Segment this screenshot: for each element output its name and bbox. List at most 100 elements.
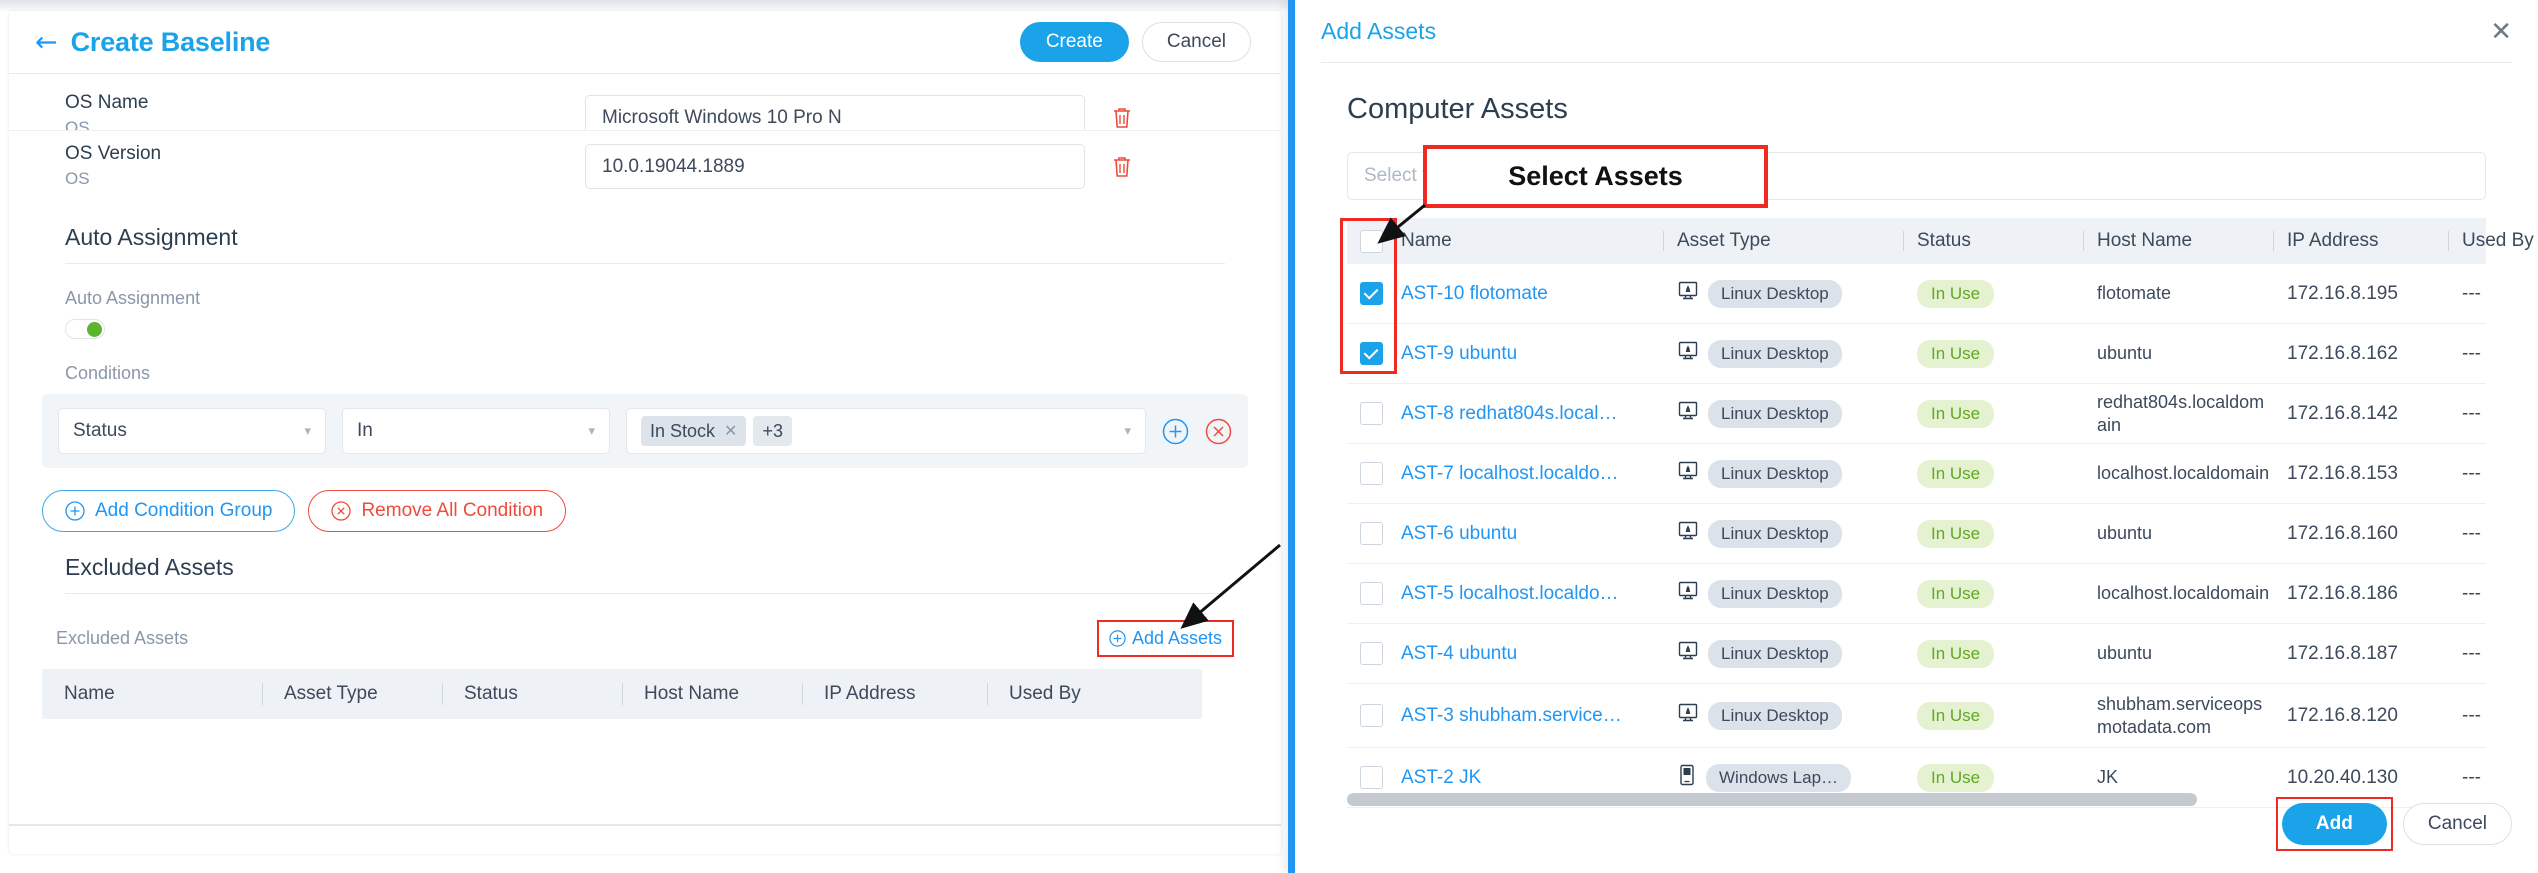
table-row[interactable]: AST-5 localhost.localdo… Linux Desktop In …	[1347, 564, 2486, 624]
remove-all-condition-button[interactable]: Remove All Condition	[308, 490, 567, 532]
asset-name-link[interactable]: AST-9 ubuntu	[1401, 343, 1663, 365]
asset-name-link[interactable]: AST-8 redhat804s.local…	[1401, 403, 1663, 425]
cancel-button[interactable]: Cancel	[1141, 22, 1251, 62]
chevron-down-icon: ▾	[304, 423, 311, 438]
condition-value-more-chip[interactable]: +3	[753, 416, 792, 446]
cell-status: In Use	[1903, 399, 2083, 428]
chip-label: In Stock	[650, 420, 716, 441]
annotation-callout-select-assets: Select Assets	[1423, 145, 1768, 208]
table-row[interactable]: AST-9 ubuntu Linux Desktop In Use ubuntu 172…	[1347, 324, 2486, 384]
add-condition-group-button[interactable]: Add Condition Group	[42, 490, 296, 532]
column-header-asset-type: Asset Type	[262, 683, 442, 705]
row-checkbox-cell	[1347, 402, 1395, 425]
row-checkbox[interactable]	[1359, 462, 1383, 485]
cell-name: AST-5 localhost.localdo…	[1395, 583, 1663, 605]
cell-status: In Use	[1903, 639, 2083, 668]
os-name-input[interactable]	[585, 95, 1085, 130]
horizontal-scrollbar[interactable]	[1347, 793, 2197, 806]
cell-ip-address: 10.20.40.130	[2287, 766, 2398, 788]
asset-type-pill: Windows Lap…	[1706, 763, 1852, 792]
row-checkbox[interactable]	[1359, 282, 1383, 305]
column-header-status: Status	[1903, 230, 2083, 252]
cell-name: AST-3 shubham.service…	[1395, 705, 1663, 727]
table-row[interactable]: AST-3 shubham.service… Linux Desktop In Us…	[1347, 684, 2486, 748]
select-all-checkbox[interactable]	[1359, 229, 1383, 253]
status-badge: In Use	[1917, 639, 1995, 668]
drawer-footer: Add Cancel	[2275, 797, 2512, 851]
add-assets-button[interactable]: Add Assets	[1109, 628, 1222, 649]
drawer-header-divider	[1321, 62, 2512, 63]
drawer-cancel-button[interactable]: Cancel	[2402, 803, 2512, 845]
auto-assignment-toggle-label: Auto Assignment	[65, 288, 201, 308]
cell-name: AST-10 flotomate	[1395, 283, 1663, 305]
create-baseline-header: ← Create Baseline Create Cancel	[9, 11, 1281, 73]
add-assets-highlight: Add Assets	[1096, 620, 1234, 657]
condition-operator-value: In	[357, 420, 373, 441]
asset-name-link[interactable]: AST-6 ubuntu	[1401, 523, 1663, 545]
table-row[interactable]: AST-6 ubuntu Linux Desktop In Use ubuntu 172…	[1347, 504, 2486, 564]
cell-name: AST-6 ubuntu	[1395, 523, 1663, 545]
excluded-assets-table-wrap: Excluded Assets Add Assets Name Asset Ty…	[9, 620, 1281, 719]
table-row[interactable]: AST-8 redhat804s.local… Linux Desktop In U…	[1347, 384, 2486, 444]
cell-used-by: ---	[2462, 342, 2481, 364]
condition-value-chip: In Stock ✕	[641, 416, 747, 446]
linux-desktop-icon	[1677, 640, 1699, 668]
row-checkbox[interactable]	[1359, 342, 1383, 365]
cell-name: AST-9 ubuntu	[1395, 343, 1663, 365]
drawer-header: Add Assets ✕	[1295, 0, 2538, 62]
column-header-host-name: Host Name	[2083, 230, 2273, 252]
condition-value-select[interactable]: In Stock ✕ +3 ▾	[626, 408, 1146, 454]
cell-host-name: ubuntu	[2097, 523, 2153, 544]
create-button[interactable]: Create	[1019, 22, 1129, 62]
asset-name-link[interactable]: AST-2 JK	[1401, 767, 1663, 789]
asset-type-pill: Linux Desktop	[1708, 399, 1842, 428]
table-row[interactable]: AST-4 ubuntu Linux Desktop In Use ubuntu 172…	[1347, 624, 2486, 684]
asset-type-pill: Linux Desktop	[1708, 459, 1842, 488]
condition-field-select[interactable]: Status ▾	[58, 408, 326, 454]
plus-circle-icon[interactable]	[1162, 418, 1189, 445]
trash-icon[interactable]	[1111, 155, 1133, 179]
auto-assignment-toggle[interactable]	[65, 319, 105, 339]
cell-host-name: localhost.localdomain	[2097, 583, 2270, 604]
trash-icon[interactable]	[1111, 106, 1133, 130]
table-row[interactable]: AST-10 flotomate Linux Desktop In Use floto…	[1347, 264, 2486, 324]
row-checkbox-cell	[1347, 522, 1395, 545]
asset-name-link[interactable]: AST-3 shubham.service…	[1401, 705, 1663, 727]
row-checkbox[interactable]	[1359, 704, 1383, 727]
condition-operator-select[interactable]: In ▾	[342, 408, 610, 454]
linux-desktop-icon	[1677, 460, 1699, 488]
row-checkbox[interactable]	[1359, 582, 1383, 605]
add-button[interactable]: Add	[2281, 803, 2387, 845]
table-row[interactable]: AST-7 localhost.localdo… Linux Desktop In …	[1347, 444, 2486, 504]
asset-type-pill: Linux Desktop	[1708, 639, 1842, 668]
cell-host-name: ubuntu	[2097, 343, 2153, 364]
condition-field-value: Status	[73, 420, 127, 441]
arrow-left-icon[interactable]: ←	[35, 29, 58, 56]
asset-name-link[interactable]: AST-4 ubuntu	[1401, 643, 1663, 665]
asset-name-link[interactable]: AST-5 localhost.localdo…	[1401, 583, 1663, 605]
asset-name-link[interactable]: AST-10 flotomate	[1401, 283, 1663, 305]
linux-desktop-icon	[1677, 580, 1699, 608]
column-header-used-by: Used By	[987, 683, 1147, 705]
row-checkbox[interactable]	[1359, 402, 1383, 425]
window-top-strip	[0, 0, 1290, 11]
row-checkbox-cell	[1347, 582, 1395, 605]
asset-name-link[interactable]: AST-7 localhost.localdo…	[1401, 463, 1663, 485]
cell-ip-address: 172.16.8.187	[2287, 642, 2398, 664]
cell-used-by: ---	[2462, 766, 2481, 788]
close-icon[interactable]: ✕	[2490, 18, 2512, 44]
cell-status: In Use	[1903, 701, 2083, 730]
status-badge: In Use	[1917, 701, 1995, 730]
linux-desktop-icon	[1677, 702, 1699, 730]
close-circle-icon[interactable]	[1205, 418, 1232, 445]
close-icon[interactable]: ✕	[724, 421, 737, 441]
footer-divider	[9, 824, 1281, 826]
condition-actions: Add Condition Group Remove All Condition	[9, 490, 1281, 532]
create-baseline-panel: ← Create Baseline Create Cancel OS Name …	[0, 0, 1290, 873]
row-checkbox[interactable]	[1359, 642, 1383, 665]
row-checkbox[interactable]	[1359, 766, 1383, 789]
column-header-asset-type: Asset Type	[1663, 230, 1903, 252]
row-checkbox[interactable]	[1359, 522, 1383, 545]
os-version-input[interactable]	[585, 144, 1085, 189]
row-checkbox-cell	[1347, 462, 1395, 485]
